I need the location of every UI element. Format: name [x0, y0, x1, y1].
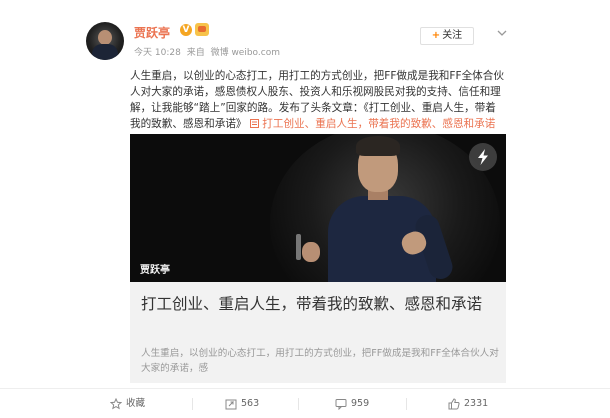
avatar-face — [98, 30, 112, 45]
microphone — [296, 234, 301, 260]
favorite-label: 收藏 — [126, 398, 146, 409]
chevron-down-icon[interactable] — [497, 28, 507, 38]
post-meta: 今天 10:28 来自 微博 weibo.com — [134, 45, 283, 58]
comment-count: 959 — [351, 398, 370, 409]
speaker-hand-holding-mic — [302, 242, 320, 262]
action-separator — [406, 398, 407, 410]
crown-member-icon — [195, 23, 209, 36]
plus-icon: + — [431, 30, 441, 41]
verified-v-icon: V — [180, 24, 192, 36]
username[interactable]: 贾跃亭 — [134, 24, 170, 41]
lightning-icon[interactable] — [469, 143, 497, 171]
article-card[interactable]: 贾跃亭 打工创业、重启人生，带着我的致歉、感恩和承诺 人生重启，以创业的心态打工… — [130, 134, 506, 383]
speaker-hair — [356, 136, 400, 156]
article-cover-image[interactable]: 贾跃亭 — [130, 134, 506, 282]
avatar[interactable] — [86, 22, 124, 60]
article-title[interactable]: 打工创业、重启人生，带着我的致歉、感恩和承诺 — [141, 292, 501, 317]
article-link[interactable]: 打工创业、重启人生，带着我的致歉、感恩和承诺 — [249, 118, 496, 130]
article-link-label: 打工创业、重启人生，带着我的致歉、感恩和承诺 — [262, 118, 496, 130]
repost-icon — [225, 399, 237, 410]
avatar-body — [92, 44, 118, 60]
star-icon — [110, 398, 122, 410]
like-count: 2331 — [464, 398, 489, 409]
source-prefix: 来自 — [186, 48, 205, 58]
post-source[interactable]: 微博 weibo.com — [211, 48, 280, 58]
actions-divider — [0, 388, 610, 389]
action-separator — [192, 398, 193, 410]
follow-button[interactable]: + 关注 — [420, 27, 474, 45]
thumbs-up-icon — [448, 398, 460, 410]
weibo-post: 贾跃亭 V 今天 10:28 来自 微博 weibo.com + 关注 人生重启，… — [0, 0, 610, 418]
post-time[interactable]: 今天 10:28 — [134, 48, 181, 58]
action-bar: 收藏 563 959 2331 — [88, 394, 508, 414]
repost-count: 563 — [241, 398, 260, 409]
follow-label: 关注 — [442, 30, 463, 41]
post-text: 人生重启，以创业的心态打工，用打工的方式创业，把FF做成是我和FF全体合伙人对大… — [130, 68, 506, 132]
action-separator — [298, 398, 299, 410]
article-summary: 人生重启，以创业的心态打工，用打工的方式创业，把FF做成是我和FF全体合伙人对大… — [141, 348, 499, 374]
article-icon — [249, 119, 259, 128]
image-watermark: 贾跃亭 — [140, 265, 170, 276]
comment-icon — [335, 399, 347, 410]
lightning-glyph — [478, 149, 488, 165]
